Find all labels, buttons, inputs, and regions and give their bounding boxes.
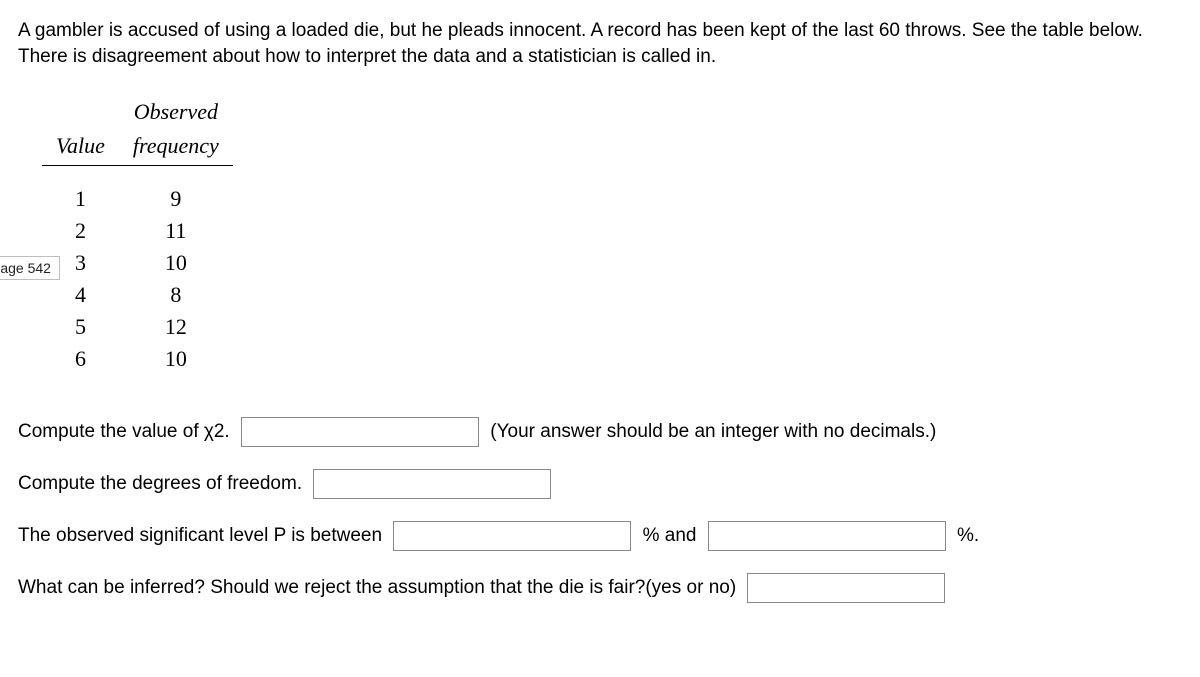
q3-label-post: %.: [952, 525, 979, 547]
frequency-table-wrap: Value Observed frequency 19 211 310 48 5…: [42, 97, 1182, 375]
table-row: 211: [42, 215, 233, 247]
problem-statement: A gambler is accused of using a loaded d…: [18, 18, 1182, 69]
p-upper-input[interactable]: [708, 521, 946, 551]
chi2-input[interactable]: [241, 417, 479, 447]
dof-input[interactable]: [313, 469, 551, 499]
q3-label-pre: The observed significant level P is betw…: [18, 525, 387, 547]
q1-label-post: (Your answer should be an integer with n…: [485, 421, 936, 443]
table-row: 512: [42, 311, 233, 343]
page-reference-tag: Page 542: [0, 256, 60, 280]
q4-label: What can be inferred? Should we reject t…: [18, 577, 741, 599]
col-header-observed: Observed: [119, 97, 233, 131]
frequency-table: Value Observed frequency 19 211 310 48 5…: [42, 97, 233, 375]
p-lower-input[interactable]: [393, 521, 631, 551]
q1-label-pre: Compute the value of χ2.: [18, 421, 235, 443]
question-chi2: Compute the value of χ2. (Your answer sh…: [18, 417, 1182, 447]
table-row: 310: [42, 247, 233, 279]
table-row: 19: [42, 183, 233, 215]
q3-label-mid: % and: [637, 525, 701, 547]
table-row: 610: [42, 343, 233, 375]
table-row: 48: [42, 279, 233, 311]
col-header-frequency: frequency: [119, 131, 233, 166]
question-inference: What can be inferred? Should we reject t…: [18, 573, 1182, 603]
question-dof: Compute the degrees of freedom.: [18, 469, 1182, 499]
question-p-level: The observed significant level P is betw…: [18, 521, 1182, 551]
reject-input[interactable]: [747, 573, 945, 603]
q2-label: Compute the degrees of freedom.: [18, 473, 307, 495]
col-header-value: Value: [42, 97, 119, 166]
